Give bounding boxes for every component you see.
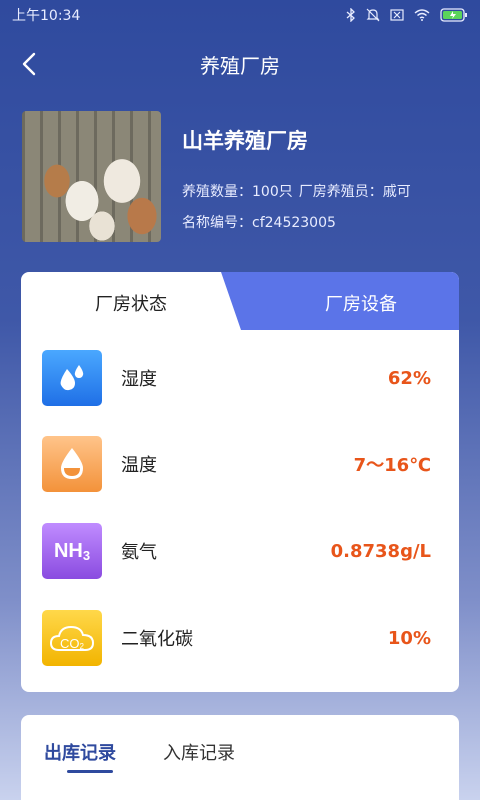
metric-label: 湿度	[121, 369, 157, 390]
nav-bar: 养殖厂房	[0, 34, 480, 94]
nh3-text: NH	[53, 539, 83, 562]
metric-value: 10%	[387, 627, 431, 649]
metric-row-temperature: 温度 7～16℃	[21, 434, 459, 494]
back-arrow-icon[interactable]	[16, 50, 44, 78]
battery-charging-icon	[440, 8, 467, 22]
farm-count: 养殖数量：100只	[182, 184, 293, 200]
farm-keeper: 厂房养殖员：戚可	[298, 184, 411, 200]
page-title: 养殖厂房	[200, 53, 280, 78]
bluetooth-icon	[346, 8, 355, 22]
humidity-icon	[42, 350, 102, 406]
farm-name: 山羊养殖厂房	[182, 129, 308, 153]
wifi-icon	[414, 9, 430, 21]
farm-info: 山羊养殖厂房 养殖数量：100只 厂房养殖员：戚可 名称编号：cf24523005	[22, 111, 462, 242]
temperature-icon	[42, 436, 102, 492]
status-time: 上午10:34	[12, 8, 81, 24]
farm-code: 名称编号：cf24523005	[182, 215, 336, 231]
mute-icon	[366, 8, 380, 22]
metric-value: 62%	[387, 367, 431, 389]
metric-label: 氨气	[121, 542, 157, 563]
metric-label: 二氧化碳	[121, 629, 193, 650]
farm-status-card: 厂房状态 厂房设备 湿度 62% 温度 7～16℃ NH 3 氨气 0.8738g…	[21, 272, 459, 692]
farm-photo	[22, 111, 161, 242]
co2-text: CO	[60, 635, 80, 651]
metric-row-humidity: 湿度 62%	[21, 348, 459, 408]
metric-value: 0.8738g/L	[330, 540, 431, 562]
metric-row-ammonia: NH 3 氨气 0.8738g/L	[21, 521, 459, 581]
status-bar: 上午10:34	[0, 0, 480, 30]
farm-meta-line-1: 养殖数量：100只 厂房养殖员：戚可	[182, 177, 417, 208]
status-tabs: 厂房状态 厂房设备	[21, 272, 459, 330]
farm-details: 山羊养殖厂房 养殖数量：100只 厂房养殖员：戚可 名称编号：cf24523005	[182, 111, 417, 242]
tab-farm-equipment[interactable]: 厂房设备	[261, 290, 459, 316]
tab-inbound-records[interactable]: 入库记录	[163, 739, 235, 765]
status-icons	[346, 8, 468, 22]
tab-farm-status[interactable]: 厂房状态	[21, 290, 241, 316]
metric-value: 7～16℃	[353, 455, 431, 476]
nh3-sub: 3	[82, 547, 91, 563]
metric-row-co2: CO 2 二氧化碳 10%	[21, 608, 459, 668]
co2-sub: 2	[79, 642, 84, 651]
metric-label: 温度	[121, 455, 157, 476]
no-sim-icon	[390, 9, 404, 21]
co2-icon: CO 2	[42, 610, 102, 666]
records-card: 出库记录 入库记录	[21, 715, 459, 800]
active-tab-indicator	[67, 770, 113, 773]
tab-outbound-records[interactable]: 出库记录	[44, 739, 116, 765]
nh3-icon: NH 3	[42, 523, 102, 579]
